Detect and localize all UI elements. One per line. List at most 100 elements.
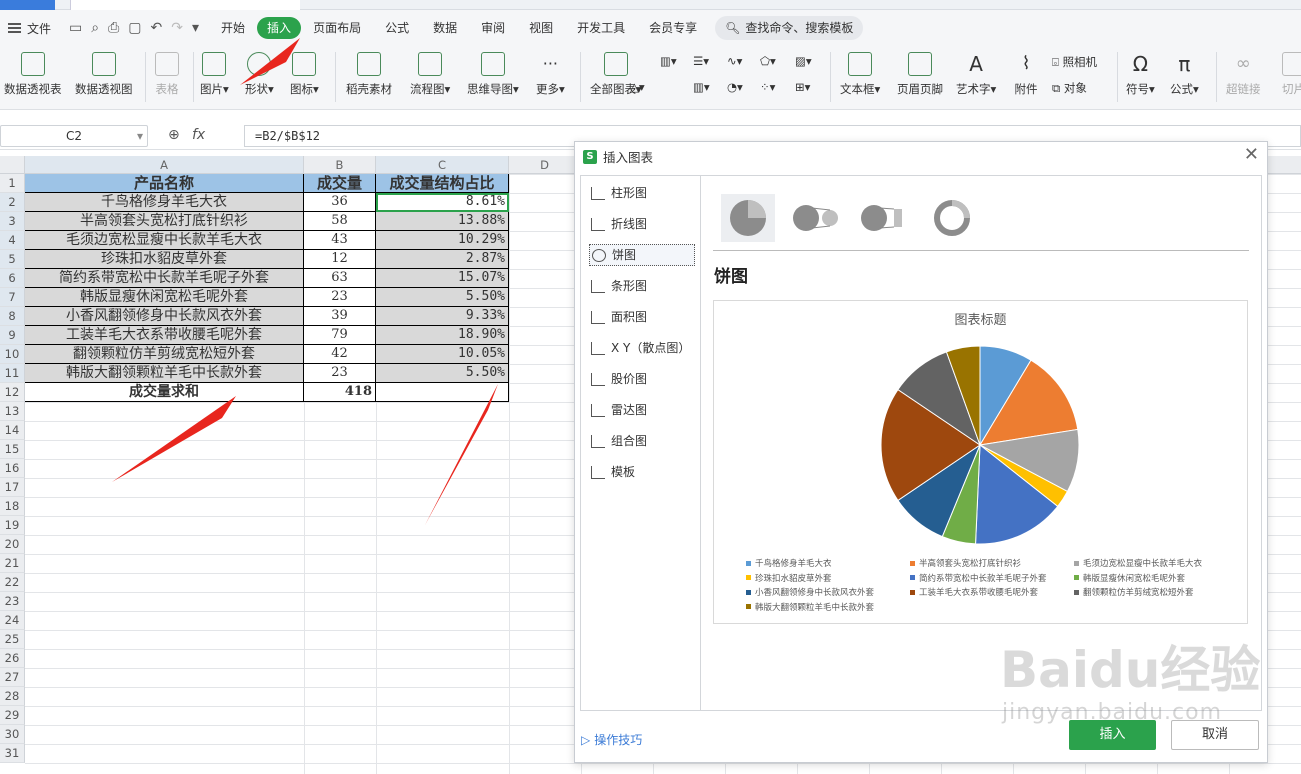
percent-cell[interactable]: 5.50% (376, 288, 509, 307)
combo-chart-icon[interactable]: ▥▾ (693, 80, 710, 94)
row-header[interactable]: 21 (0, 554, 25, 573)
fx-icon[interactable]: fx (192, 127, 205, 143)
row-header[interactable]: 11 (0, 364, 25, 383)
redo-icon[interactable]: ↷ (171, 20, 183, 36)
file-menu[interactable]: 文件 (0, 20, 59, 37)
other-chart-icon[interactable]: ⊞▾ (795, 80, 810, 94)
table-button[interactable]: 表格 (155, 52, 179, 97)
row-header[interactable]: 8 (0, 307, 25, 326)
daoke-materials-button[interactable]: 稻壳素材 (346, 52, 392, 97)
picture-button[interactable]: 图片▾ (200, 52, 229, 97)
row-header[interactable]: 4 (0, 231, 25, 250)
row-header[interactable]: 7 (0, 288, 25, 307)
volume-cell[interactable]: 43 (304, 231, 376, 250)
row-header[interactable]: 6 (0, 269, 25, 288)
percent-cell[interactable]: 10.05% (376, 345, 509, 364)
row-header[interactable]: 16 (0, 459, 25, 478)
row-header[interactable]: 15 (0, 440, 25, 459)
sum-value-cell[interactable]: 418 (304, 383, 376, 402)
row-header[interactable]: 12 (0, 383, 25, 402)
slicer-button[interactable]: 切片 (1282, 52, 1301, 97)
product-name-cell[interactable]: 毛须边宽松显瘦中长款羊毛大衣 (25, 231, 304, 250)
product-name-cell[interactable]: 工装羊毛大衣系带收腰毛呢外套 (25, 326, 304, 345)
volume-cell[interactable]: 12 (304, 250, 376, 269)
pivot-table-button[interactable]: 数据透视表 (4, 52, 62, 97)
line-chart-icon[interactable]: ∿▾ (727, 54, 742, 68)
wordart-button[interactable]: A 艺术字▾ (956, 52, 996, 97)
shape-button[interactable]: 形状▾ (245, 52, 274, 97)
row-header[interactable]: 14 (0, 421, 25, 440)
tab-3[interactable]: 公式 (373, 17, 421, 39)
tab-5[interactable]: 审阅 (469, 17, 517, 39)
volume-cell[interactable]: 63 (304, 269, 376, 288)
product-name-cell[interactable]: 翻领颗粒仿羊剪绒宽松短外套 (25, 345, 304, 364)
home-tab[interactable] (0, 0, 55, 10)
row-header[interactable]: 23 (0, 592, 25, 611)
sum-percent-cell[interactable] (376, 383, 509, 402)
volume-cell[interactable]: 58 (304, 212, 376, 231)
mindmap-button[interactable]: 思维导图▾ (467, 52, 519, 97)
save-icon[interactable]: ▭ (69, 20, 82, 36)
symbol-button[interactable]: Ω 符号▾ (1126, 52, 1155, 97)
tab-7[interactable]: 开发工具 (565, 17, 637, 39)
row-header[interactable]: 19 (0, 516, 25, 535)
header-footer-button[interactable]: 页眉页脚 (897, 52, 943, 97)
tips-link[interactable]: ▷ 操作技巧 (581, 731, 642, 748)
select-all-corner[interactable] (0, 156, 25, 174)
document-tab[interactable] (70, 0, 300, 10)
pie-subtype-basic[interactable] (721, 194, 775, 242)
pie-subtype-doughnut[interactable] (925, 194, 979, 242)
chart-category-item[interactable]: 饼图 (589, 244, 695, 266)
chart-category-item[interactable]: 柱形图 (589, 182, 695, 204)
product-name-cell[interactable]: 韩版显瘦休闲宽松毛呢外套 (25, 288, 304, 307)
print-icon[interactable]: ⎙ (108, 20, 119, 36)
textbox-button[interactable]: 文本框▾ (840, 52, 880, 97)
volume-cell[interactable]: 23 (304, 364, 376, 383)
camera-button[interactable]: ⌻ 照相机 (1052, 54, 1097, 70)
chart-category-item[interactable]: 条形图 (589, 275, 695, 297)
volume-cell[interactable]: 23 (304, 288, 376, 307)
column-header-a[interactable]: A (25, 156, 304, 174)
percent-cell[interactable]: 5.50% (376, 364, 509, 383)
tab-2[interactable]: 页面布局 (301, 17, 373, 39)
close-icon[interactable]: ✕ (1244, 144, 1259, 165)
pie-subtype-bar-of-pie[interactable] (857, 194, 911, 242)
pie-chart-icon[interactable]: ◔▾ (727, 80, 743, 94)
percent-cell[interactable]: 2.87% (376, 250, 509, 269)
zoom-icon[interactable]: ⊕ (168, 127, 180, 143)
hyperlink-button[interactable]: ∞ 超链接 (1226, 52, 1261, 97)
volume-cell[interactable]: 39 (304, 307, 376, 326)
area-chart-icon[interactable]: ◬▾ (630, 80, 645, 94)
chart-category-item[interactable]: 组合图 (589, 430, 695, 452)
print-preview-icon[interactable]: ▢ (128, 20, 141, 36)
row-header[interactable]: 9 (0, 326, 25, 345)
tab-0[interactable]: 开始 (209, 17, 257, 39)
format-painter-icon[interactable]: ⌕ (91, 20, 99, 36)
stock-chart-icon[interactable]: ▨▾ (795, 54, 812, 68)
customize-icon[interactable]: ▾ (192, 20, 199, 36)
chart-category-item[interactable]: 雷达图 (589, 399, 695, 421)
row-header[interactable]: 22 (0, 573, 25, 592)
percent-cell[interactable]: 10.29% (376, 231, 509, 250)
column-header-d[interactable]: D (509, 156, 581, 174)
row-header[interactable]: 17 (0, 478, 25, 497)
row-header[interactable]: 26 (0, 649, 25, 668)
row-header[interactable]: 31 (0, 744, 25, 763)
product-name-cell[interactable]: 简约系带宽松中长款羊毛呢子外套 (25, 269, 304, 288)
product-name-cell[interactable]: 千鸟格修身羊毛大衣 (25, 193, 304, 212)
chart-category-item[interactable]: X Y（散点图） (589, 337, 695, 359)
name-box[interactable]: C2 ▾ (0, 125, 148, 147)
pivot-chart-button[interactable]: 数据透视图 (75, 52, 133, 97)
radar-chart-icon[interactable]: ⬠▾ (760, 54, 776, 68)
header-cell-a[interactable]: 产品名称 (25, 174, 304, 193)
scatter-chart-icon[interactable]: ⁘▾ (760, 80, 775, 94)
row-header[interactable]: 2 (0, 193, 25, 212)
row-header[interactable]: 29 (0, 706, 25, 725)
percent-cell[interactable]: 13.88% (376, 212, 509, 231)
row-header[interactable]: 18 (0, 497, 25, 516)
row-header[interactable]: 13 (0, 402, 25, 421)
bar-chart-icon[interactable]: ☰▾ (693, 54, 709, 68)
row-header[interactable]: 20 (0, 535, 25, 554)
row-header[interactable]: 24 (0, 611, 25, 630)
chart-category-item[interactable]: 面积图 (589, 306, 695, 328)
